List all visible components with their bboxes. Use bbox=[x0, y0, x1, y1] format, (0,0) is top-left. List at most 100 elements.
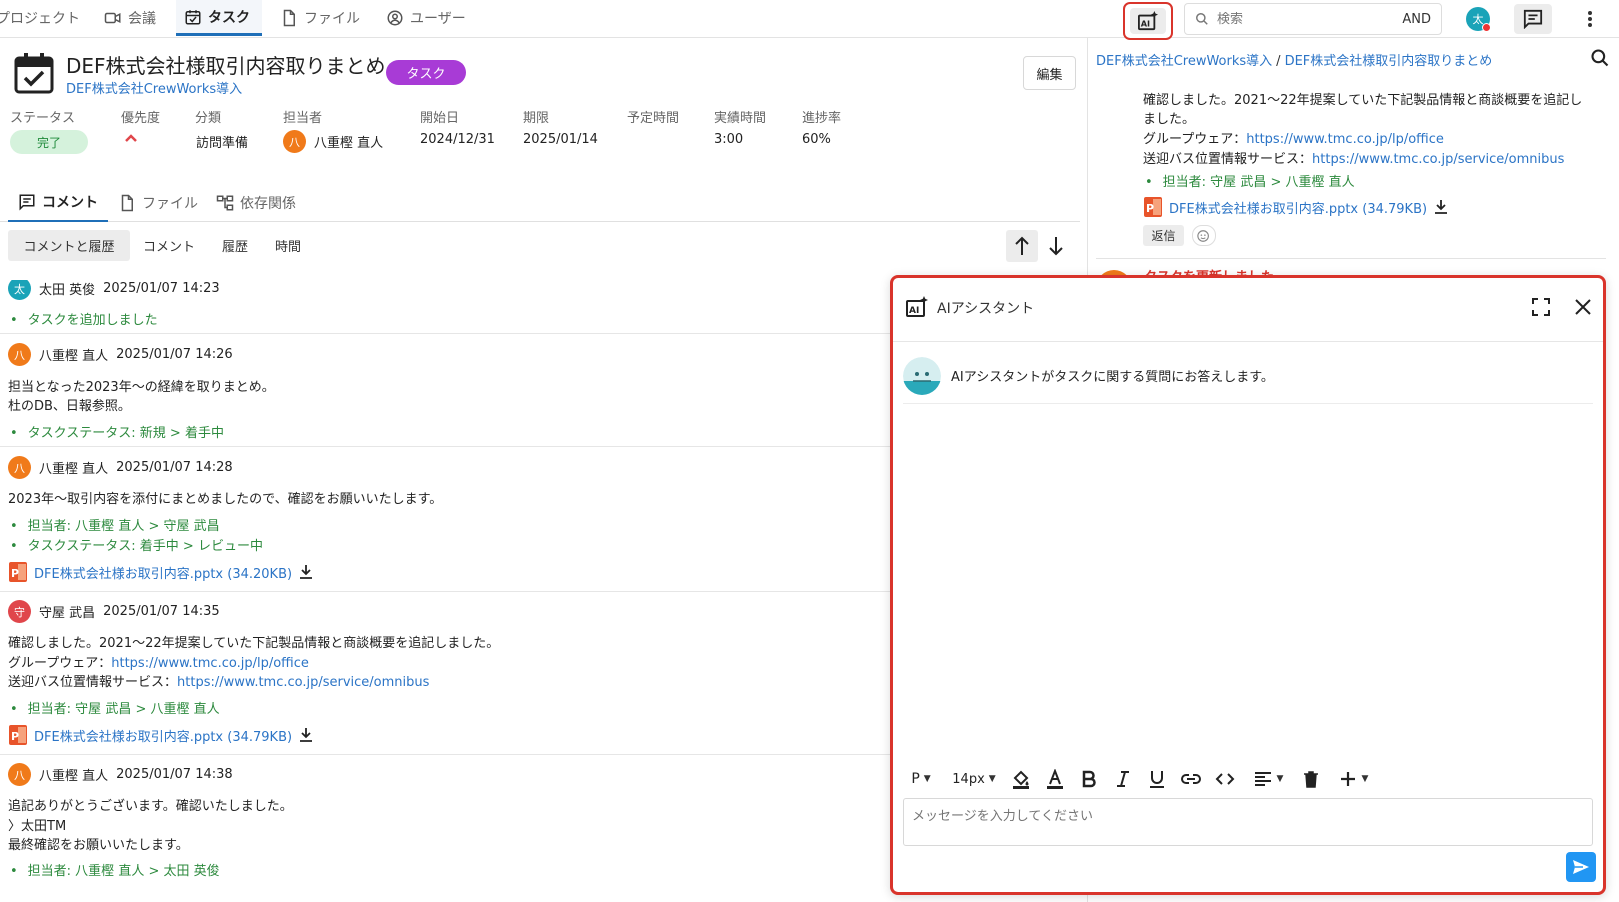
divider bbox=[0, 754, 890, 755]
breadcrumb-task-link[interactable]: DEF株式会社様取引内容取りまとめ bbox=[1285, 54, 1493, 69]
ai-assistant-button[interactable]: AI bbox=[1123, 2, 1173, 40]
attachment-name[interactable]: DFE株式会社様お取引内容.pptx (34.79KB) bbox=[1169, 198, 1427, 217]
url-link[interactable]: https://www.tmc.co.jp/lp/office bbox=[1246, 132, 1444, 147]
category-value: 訪問準備 bbox=[196, 136, 249, 151]
avatar: 太 bbox=[8, 280, 31, 300]
filter-time[interactable]: 時間 bbox=[268, 230, 308, 261]
comment-text: 最終確認をお願いいたします。 bbox=[8, 838, 189, 853]
avatar: 八 bbox=[8, 343, 31, 366]
chevron-down-icon: ▼ bbox=[1361, 774, 1369, 784]
align-dropdown[interactable]: ▼ bbox=[1247, 765, 1289, 793]
attachment-file[interactable]: P DFE株式会社様お取引内容.pptx (34.79KB) bbox=[8, 724, 314, 746]
user-circle-icon bbox=[387, 10, 403, 26]
font-size-dropdown[interactable]: 14px ▼ bbox=[949, 765, 999, 793]
download-icon[interactable] bbox=[298, 727, 314, 743]
planned-time-label: 予定時間 bbox=[627, 111, 680, 126]
url-link[interactable]: https://www.tmc.co.jp/lp/office bbox=[111, 656, 309, 671]
expand-icon[interactable] bbox=[1531, 297, 1551, 317]
breadcrumb-separator: / bbox=[1276, 54, 1281, 69]
send-button[interactable] bbox=[1566, 852, 1596, 882]
delete-button[interactable] bbox=[1299, 765, 1323, 793]
filter-comments-and-history[interactable]: コメントと履歴 bbox=[8, 230, 130, 261]
search-icon[interactable] bbox=[1590, 48, 1610, 68]
edit-button[interactable]: 編集 bbox=[1023, 56, 1076, 90]
comment-text: 杜のDB、日報参照。 bbox=[8, 399, 131, 414]
user-name[interactable]: 守屋 武昌 bbox=[39, 602, 95, 621]
filter-comments[interactable]: コメント bbox=[136, 230, 202, 261]
link-prefix: 送迎バス位置情報サービス： bbox=[8, 675, 178, 690]
search-mode-toggle[interactable]: AND bbox=[1402, 12, 1431, 27]
assignee-name: 八重樫 直人 bbox=[314, 136, 384, 151]
attachment-name[interactable]: DFE株式会社様お取引内容.pptx (34.79KB) bbox=[34, 726, 292, 745]
priority-high-icon[interactable] bbox=[124, 132, 138, 144]
user-name[interactable]: 太田 英俊 bbox=[39, 280, 95, 298]
reply-button[interactable]: 返信 bbox=[1143, 225, 1184, 246]
priority-label: 優先度 bbox=[121, 111, 161, 126]
sort-ascending-button[interactable] bbox=[1006, 230, 1038, 262]
tab-comment[interactable]: コメント bbox=[8, 184, 108, 222]
underline-button[interactable] bbox=[1145, 765, 1169, 793]
powerpoint-file-icon: P bbox=[1144, 197, 1162, 217]
user-name[interactable]: 八重樫 直人 bbox=[39, 345, 108, 364]
history-item: 担当者: 守屋 武昌 > 八重樫 直人 bbox=[1145, 171, 1355, 190]
timestamp: 2025/01/07 14:23 bbox=[103, 281, 220, 296]
user-name[interactable]: 八重樫 直人 bbox=[39, 458, 108, 477]
chat-button[interactable] bbox=[1514, 4, 1552, 34]
assignee-value[interactable]: 八 八重樫 直人 bbox=[283, 130, 383, 153]
nav-tab-file[interactable]: ファイル bbox=[280, 0, 364, 36]
nav-tab-user[interactable]: ユーザー bbox=[386, 0, 472, 36]
feed-entry-header: 太 太田 英俊 2025/01/07 14:23 bbox=[8, 280, 220, 300]
avatar: 八 bbox=[8, 763, 31, 786]
bold-button[interactable] bbox=[1077, 765, 1101, 793]
feed-entry-header: 八 八重樫 直人 2025/01/07 14:26 bbox=[8, 343, 233, 366]
ai-message-input[interactable] bbox=[912, 805, 1584, 839]
user-name[interactable]: 八重樫 直人 bbox=[39, 765, 108, 784]
svg-text:P: P bbox=[11, 730, 19, 743]
tab-label: 依存関係 bbox=[240, 196, 296, 212]
start-date-label: 開始日 bbox=[420, 111, 460, 126]
font-color-button[interactable] bbox=[1043, 765, 1067, 793]
download-icon[interactable] bbox=[298, 564, 314, 580]
code-button[interactable] bbox=[1213, 765, 1237, 793]
url-link[interactable]: https://www.tmc.co.jp/service/omnibus bbox=[177, 675, 429, 690]
insert-dropdown[interactable]: ▼ bbox=[1333, 765, 1373, 793]
code-icon bbox=[1215, 773, 1235, 785]
highlight-color-button[interactable] bbox=[1009, 765, 1033, 793]
nav-tab-label: ファイル bbox=[304, 11, 360, 27]
attachment-name[interactable]: DFE株式会社様お取引内容.pptx (34.20KB) bbox=[34, 563, 292, 582]
italic-button[interactable] bbox=[1111, 765, 1135, 793]
detail-tabs: コメント ファイル 依存関係 bbox=[0, 184, 1080, 222]
breadcrumb: DEF株式会社CrewWorks導入 / DEF株式会社様取引内容取りまとめ bbox=[1096, 50, 1492, 69]
task-title: DEF株式会社様取引内容取りまとめ bbox=[66, 54, 386, 78]
due-date-label: 期限 bbox=[523, 111, 550, 126]
user-avatar[interactable]: 太 bbox=[1466, 7, 1491, 32]
history-item: 担当者: 八重樫 直人 > 守屋 武昌 bbox=[10, 515, 220, 534]
filter-history[interactable]: 履歴 bbox=[214, 230, 256, 261]
url-link[interactable]: https://www.tmc.co.jp/service/omnibus bbox=[1312, 152, 1564, 167]
attachment-file[interactable]: P DFE株式会社様お取引内容.pptx (34.79KB) bbox=[1143, 196, 1449, 218]
more-menu-button[interactable] bbox=[1580, 8, 1600, 30]
search-input[interactable] bbox=[1217, 11, 1403, 27]
tab-dependency[interactable]: 依存関係 bbox=[216, 184, 306, 222]
add-reaction-button[interactable] bbox=[1192, 225, 1216, 246]
divider bbox=[0, 446, 890, 447]
nav-tab-meeting[interactable]: 会議 bbox=[104, 0, 166, 36]
project-link[interactable]: DEF株式会社CrewWorks導入 bbox=[66, 78, 242, 97]
nav-tab-label: プロジェクト bbox=[0, 11, 80, 27]
ai-message-input-box[interactable] bbox=[903, 798, 1593, 846]
link-button[interactable] bbox=[1179, 765, 1203, 793]
divider bbox=[0, 591, 890, 592]
breadcrumb-project-link[interactable]: DEF株式会社CrewWorks導入 bbox=[1096, 54, 1272, 69]
sort-descending-button[interactable] bbox=[1043, 230, 1069, 262]
search-box[interactable]: AND bbox=[1184, 3, 1442, 35]
video-icon bbox=[104, 12, 121, 24]
status-badge[interactable]: 完了 bbox=[10, 130, 88, 154]
nav-tab-task[interactable]: タスク bbox=[176, 0, 262, 36]
download-icon[interactable] bbox=[1433, 199, 1449, 215]
nav-tab-project[interactable]: プロジェクト bbox=[0, 0, 84, 36]
tab-file[interactable]: ファイル bbox=[118, 184, 202, 222]
close-icon[interactable] bbox=[1573, 297, 1593, 317]
attachment-file[interactable]: P DFE株式会社様お取引内容.pptx (34.20KB) bbox=[8, 561, 314, 583]
history-item: タスクステータス: 着手中 > レビュー中 bbox=[10, 535, 263, 554]
paragraph-style-dropdown[interactable]: P ▼ bbox=[903, 765, 939, 793]
